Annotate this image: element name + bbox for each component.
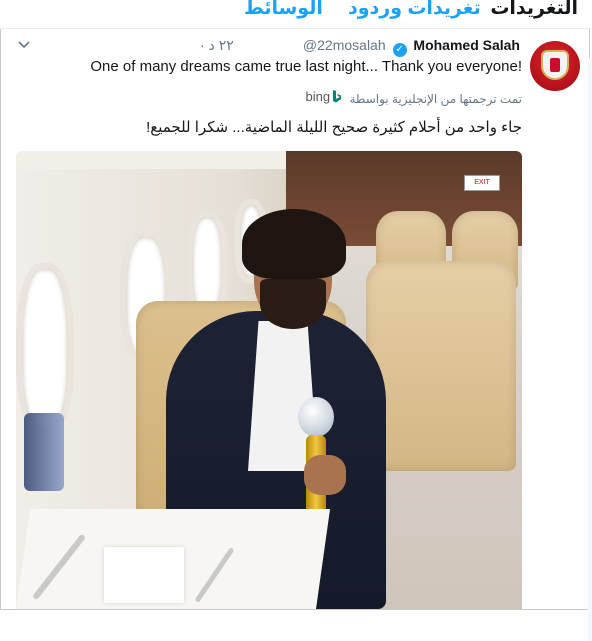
tweet-timestamp[interactable]: ٢٢ د · [200,37,234,54]
bing-logo-icon [333,90,342,103]
tweet-text-original: One of many dreams came true last night.… [90,58,522,75]
tab-tweets-and-replies[interactable]: تغريدات وردود [348,0,481,20]
person-hair [242,209,346,279]
person-hand [304,455,346,495]
translator-name: bing [305,89,331,104]
tweet-text-translated: جاء واحد من أحلام كثيرة صحيح الليلة الما… [146,119,522,136]
translation-attribution: تمت ترجمتها من الإنجليزية بواسطة bing [306,89,522,106]
exit-sign: EXIT [464,175,500,191]
water-bottles [24,413,64,491]
cabin-window [16,263,74,435]
scrollbar[interactable] [588,58,592,641]
tweet-photo[interactable]: EXIT [16,151,522,609]
seat [366,261,516,471]
trophy-globe [298,397,334,437]
tweet-header: @22mosalah ✓ Mohamed Salah [303,37,520,57]
verified-badge-icon: ✓ [392,43,407,57]
tweet[interactable]: @22mosalah ✓ Mohamed Salah ٢٢ د · One of… [0,29,592,641]
chevron-down-icon[interactable] [18,39,30,51]
profile-tabs: التغريدات تغريدات وردود الوسائط [0,0,592,28]
translation-label: تمت ترجمتها من الإنجليزية بواسطة [349,92,522,106]
user-handle[interactable]: @22mosalah [303,37,386,53]
bing-link[interactable]: bing [306,89,343,104]
avatar[interactable] [530,41,580,91]
tab-media[interactable]: الوسائط [244,0,323,20]
tab-tweets[interactable]: التغريدات [490,0,578,20]
display-name[interactable]: Mohamed Salah [413,37,520,53]
liverpool-crest-icon [541,50,569,80]
napkin [104,547,184,603]
person-beard [260,279,326,329]
